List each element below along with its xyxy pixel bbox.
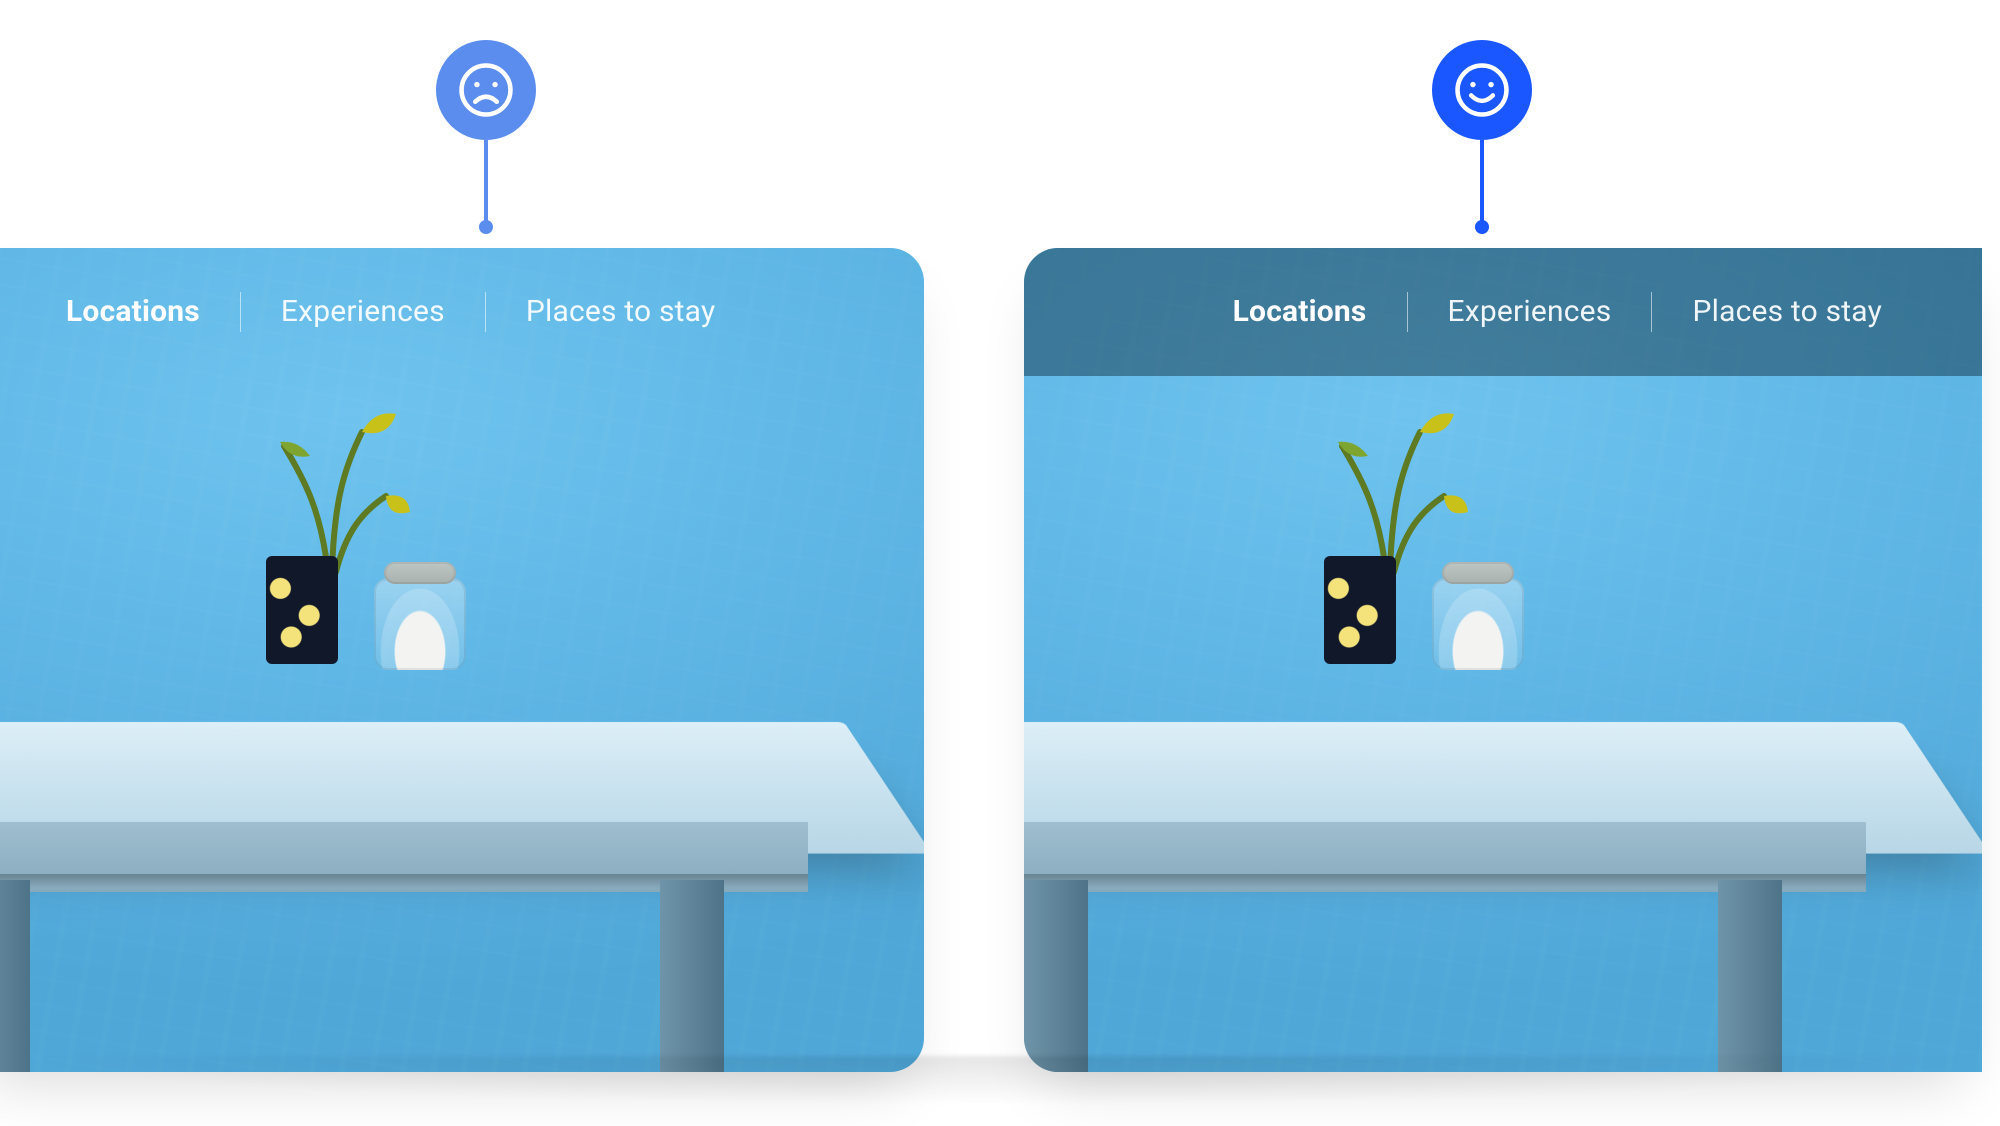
badge-stem-dot — [479, 220, 493, 234]
top-nav: Locations Experiences Places to stay — [1024, 248, 1982, 376]
verdict-badge-good — [1432, 40, 1532, 234]
plant-icon — [1324, 392, 1464, 582]
jar-icon — [1432, 578, 1524, 670]
nav-item-locations[interactable]: Locations — [1193, 297, 1407, 327]
nav-item-experiences[interactable]: Experiences — [241, 297, 485, 327]
vase-icon — [1324, 556, 1396, 664]
top-nav: Locations Experiences Places to stay — [0, 248, 924, 376]
badge-stem-dot — [1475, 220, 1489, 234]
sad-face-icon — [436, 40, 536, 140]
vase-icon — [266, 556, 338, 664]
nav-item-places[interactable]: Places to stay — [486, 297, 756, 327]
plant-icon — [266, 392, 406, 582]
example-card-good: Locations Experiences Places to stay — [1024, 248, 1982, 1072]
nav-item-places[interactable]: Places to stay — [1652, 297, 1922, 327]
photo-objects — [1024, 512, 1982, 772]
badge-stem — [484, 140, 488, 222]
photo-objects — [0, 512, 924, 772]
verdict-badge-bad — [436, 40, 536, 234]
nav-item-experiences[interactable]: Experiences — [1408, 297, 1652, 327]
badge-stem — [1480, 140, 1484, 222]
happy-face-icon — [1432, 40, 1532, 140]
nav-item-locations[interactable]: Locations — [26, 297, 240, 327]
floor-shadow — [0, 1056, 2000, 1126]
jar-icon — [374, 578, 466, 670]
example-card-bad: Locations Experiences Places to stay — [0, 248, 924, 1072]
